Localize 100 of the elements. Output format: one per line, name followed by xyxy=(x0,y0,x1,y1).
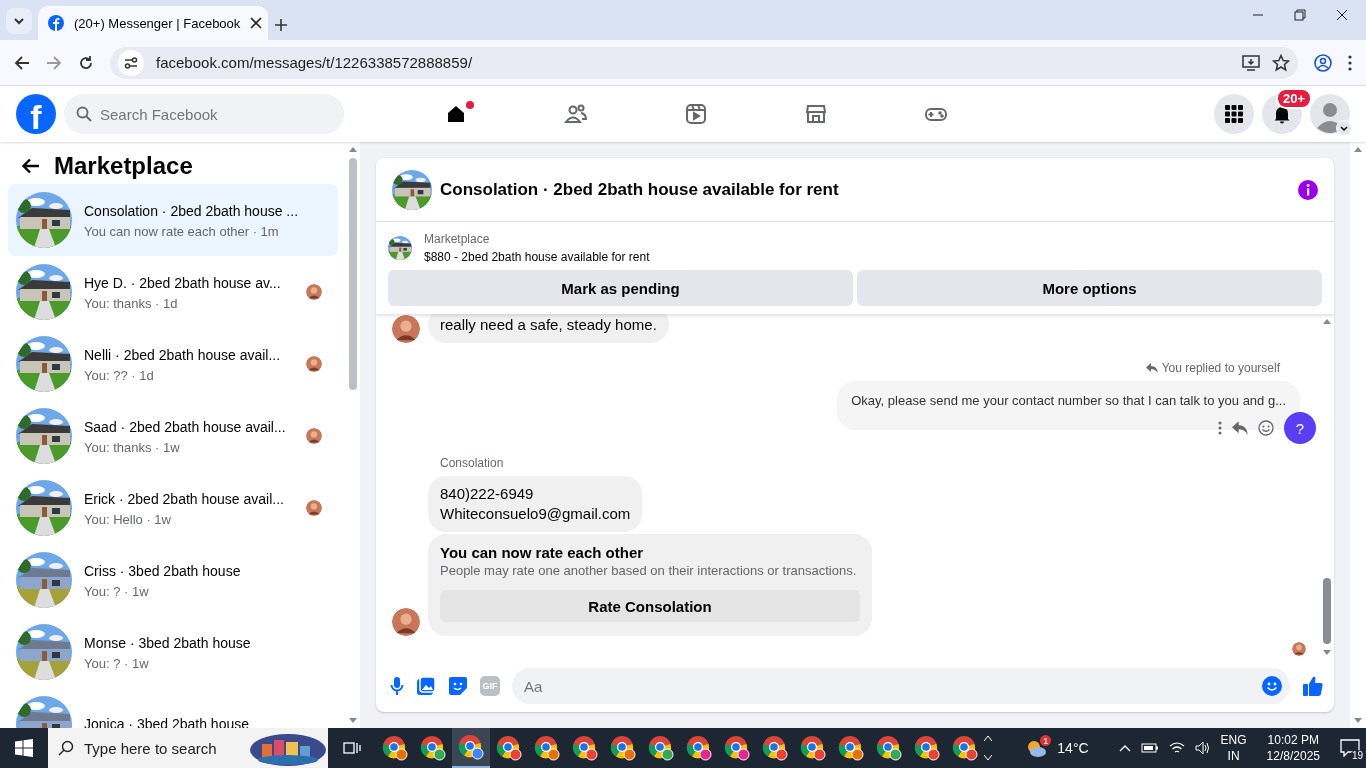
conversation-item[interactable]: Hye D. · 2bed 2bath house av... You: thanks · 1d xyxy=(8,256,338,328)
search-icon xyxy=(58,740,74,756)
clock-date[interactable]: 12/8/2025 xyxy=(1266,748,1320,764)
conversation-item[interactable]: Erick · 2bed 2bath house avail... You: Hello · 1w xyxy=(8,472,338,544)
conversation-name: Monse · 3bed 2bath house xyxy=(84,633,252,652)
conversation-item[interactable]: Criss · 3bed 2bath house You: ? · 1w xyxy=(8,544,338,616)
star-icon[interactable] xyxy=(1272,53,1290,72)
conversation-item[interactable]: Monse · 3bed 2bath house You: ? · 1w xyxy=(8,616,338,688)
task-view-icon[interactable] xyxy=(343,740,361,756)
site-settings-icon[interactable] xyxy=(124,55,138,70)
action-button[interactable]: More options xyxy=(857,270,1322,306)
reload-icon[interactable] xyxy=(78,54,94,71)
message-bubble: really need a safe, steady home. xyxy=(428,314,669,343)
notification-count: 19 xyxy=(1349,750,1365,761)
region[interactable]: IN xyxy=(1220,748,1247,764)
conversation-name: Consolation · 2bed 2bath house ... xyxy=(84,201,300,220)
emoji-icon[interactable] xyxy=(1262,676,1282,696)
thumbs-up-icon[interactable] xyxy=(1302,675,1324,697)
conversation-name: Erick · 2bed 2bath house avail... xyxy=(84,489,285,508)
menu-icon[interactable] xyxy=(1348,54,1352,71)
sticker-icon[interactable] xyxy=(448,676,468,696)
close-icon[interactable] xyxy=(1336,9,1348,21)
facebook-icon xyxy=(48,15,64,31)
conversation-name: Saad · 2bed 2bath house avail... xyxy=(84,417,287,436)
conversation-item[interactable]: Consolation · 2bed 2bath house ... You can now rate each other · 1m xyxy=(8,184,338,256)
image-icon[interactable] xyxy=(416,676,436,696)
browser-tab[interactable]: (20+) Messenger | Facebook xyxy=(38,6,268,40)
sender-name: Consolation xyxy=(440,456,505,470)
taskbar-search-placeholder: Type here to search xyxy=(84,739,217,757)
rating-subtitle: People may rate one another based on their interactions or transactions. xyxy=(440,563,858,578)
temperature: 14°C xyxy=(1057,740,1089,756)
scroll-up-icon[interactable] xyxy=(1323,318,1331,324)
conversation-preview: You: ?? · 1d xyxy=(84,367,155,383)
info-icon[interactable] xyxy=(1298,179,1318,200)
wifi-icon[interactable] xyxy=(1168,741,1185,755)
scroll-down-icon[interactable] xyxy=(1323,650,1331,656)
chat-title: Consolation · 2bed 2bath house available for rent xyxy=(440,179,840,200)
menu-button[interactable] xyxy=(1214,94,1254,134)
browser-taskbar-item[interactable] xyxy=(452,728,490,768)
chevron-up-icon[interactable] xyxy=(1118,744,1131,752)
conversation-name: Criss · 3bed 2bath house xyxy=(84,561,242,580)
conversation-item[interactable]: Nelli · 2bed 2bath house avail... You: ?? · 1d xyxy=(8,328,338,400)
back-icon[interactable] xyxy=(14,54,30,71)
conversation-preview: You can now rate each other · 1m xyxy=(84,223,280,239)
weather-icon[interactable] xyxy=(1025,738,1048,758)
caret-icon xyxy=(13,15,25,27)
back-icon[interactable] xyxy=(22,158,40,174)
scroll-up-icon[interactable] xyxy=(1354,146,1362,152)
listing-title[interactable]: $880 - 2bed 2bath house available for rent xyxy=(424,250,650,264)
emoji-icon[interactable] xyxy=(1258,420,1274,436)
search-field[interactable]: Search Facebook xyxy=(64,94,344,134)
reply-icon[interactable] xyxy=(1232,421,1248,435)
microphone-icon[interactable] xyxy=(390,676,404,696)
search-icon xyxy=(76,106,92,122)
avatar-icon xyxy=(1292,642,1306,656)
rate-button[interactable]: Rate Consolation xyxy=(440,590,860,622)
language[interactable]: ENG xyxy=(1220,732,1247,748)
weather-badge: 1 xyxy=(1040,735,1052,746)
profile-icon[interactable] xyxy=(1314,53,1332,72)
action-button[interactable]: Mark as pending xyxy=(388,270,853,306)
restore-icon[interactable] xyxy=(1294,9,1306,21)
scroll-down-icon[interactable] xyxy=(1354,718,1362,724)
friends-icon[interactable] xyxy=(564,102,588,126)
conversation-preview: You: ? · 1w xyxy=(84,655,150,671)
volume-icon[interactable] xyxy=(1194,741,1211,755)
close-icon[interactable] xyxy=(250,17,263,29)
install-icon[interactable] xyxy=(1242,54,1260,71)
facebook-logo[interactable]: f xyxy=(16,94,56,134)
scrollbar-thumb[interactable] xyxy=(1323,578,1331,644)
more-icon[interactable] xyxy=(1218,421,1222,435)
marketplace-icon[interactable] xyxy=(804,102,828,126)
tab-title: (20+) Messenger | Facebook xyxy=(74,15,241,31)
scroll-up-icon[interactable] xyxy=(349,146,357,152)
conversation-preview: You: thanks · 1w xyxy=(84,439,181,455)
scroll-icon[interactable] xyxy=(984,733,992,763)
forward-icon[interactable] xyxy=(46,54,62,71)
taskbar-search-field[interactable]: Type here to search xyxy=(48,728,328,768)
caret-icon[interactable] xyxy=(1336,120,1352,136)
conversation-name: Nelli · 2bed 2bath house avail... xyxy=(84,345,282,364)
reply-icon xyxy=(1145,363,1158,373)
message-bubble: 840)222-6949 Whiteconsuelo9@gmail.com xyxy=(428,476,643,532)
conversation-preview: You: ? · 1w xyxy=(84,583,150,599)
message-field[interactable]: Aa xyxy=(512,668,1290,704)
menu-icon xyxy=(1225,105,1243,123)
scrollbar-thumb[interactable] xyxy=(349,158,357,390)
new-tab-icon[interactable] xyxy=(274,18,288,32)
sidebar-title: Marketplace xyxy=(54,152,193,180)
tab-list-button[interactable] xyxy=(6,8,32,34)
conversation-item[interactable]: Saad · 2bed 2bath house avail... You: thanks · 1w xyxy=(8,400,338,472)
windows-icon[interactable] xyxy=(15,739,33,757)
clock-time[interactable]: 10:02 PM xyxy=(1266,732,1320,748)
conversation-name: Hye D. · 2bed 2bath house av... xyxy=(84,273,282,292)
conversation-preview: You: thanks · 1d xyxy=(84,295,179,311)
rating-title: You can now rate each other xyxy=(440,544,645,561)
battery-icon[interactable] xyxy=(1140,742,1159,754)
conversation-preview: You: Hello · 1w xyxy=(84,511,172,527)
video-icon[interactable] xyxy=(684,102,708,126)
notification-badge: 20+ xyxy=(1275,88,1312,109)
reply-note: You replied to yourself xyxy=(1161,361,1280,375)
scroll-down-icon[interactable] xyxy=(349,718,357,724)
